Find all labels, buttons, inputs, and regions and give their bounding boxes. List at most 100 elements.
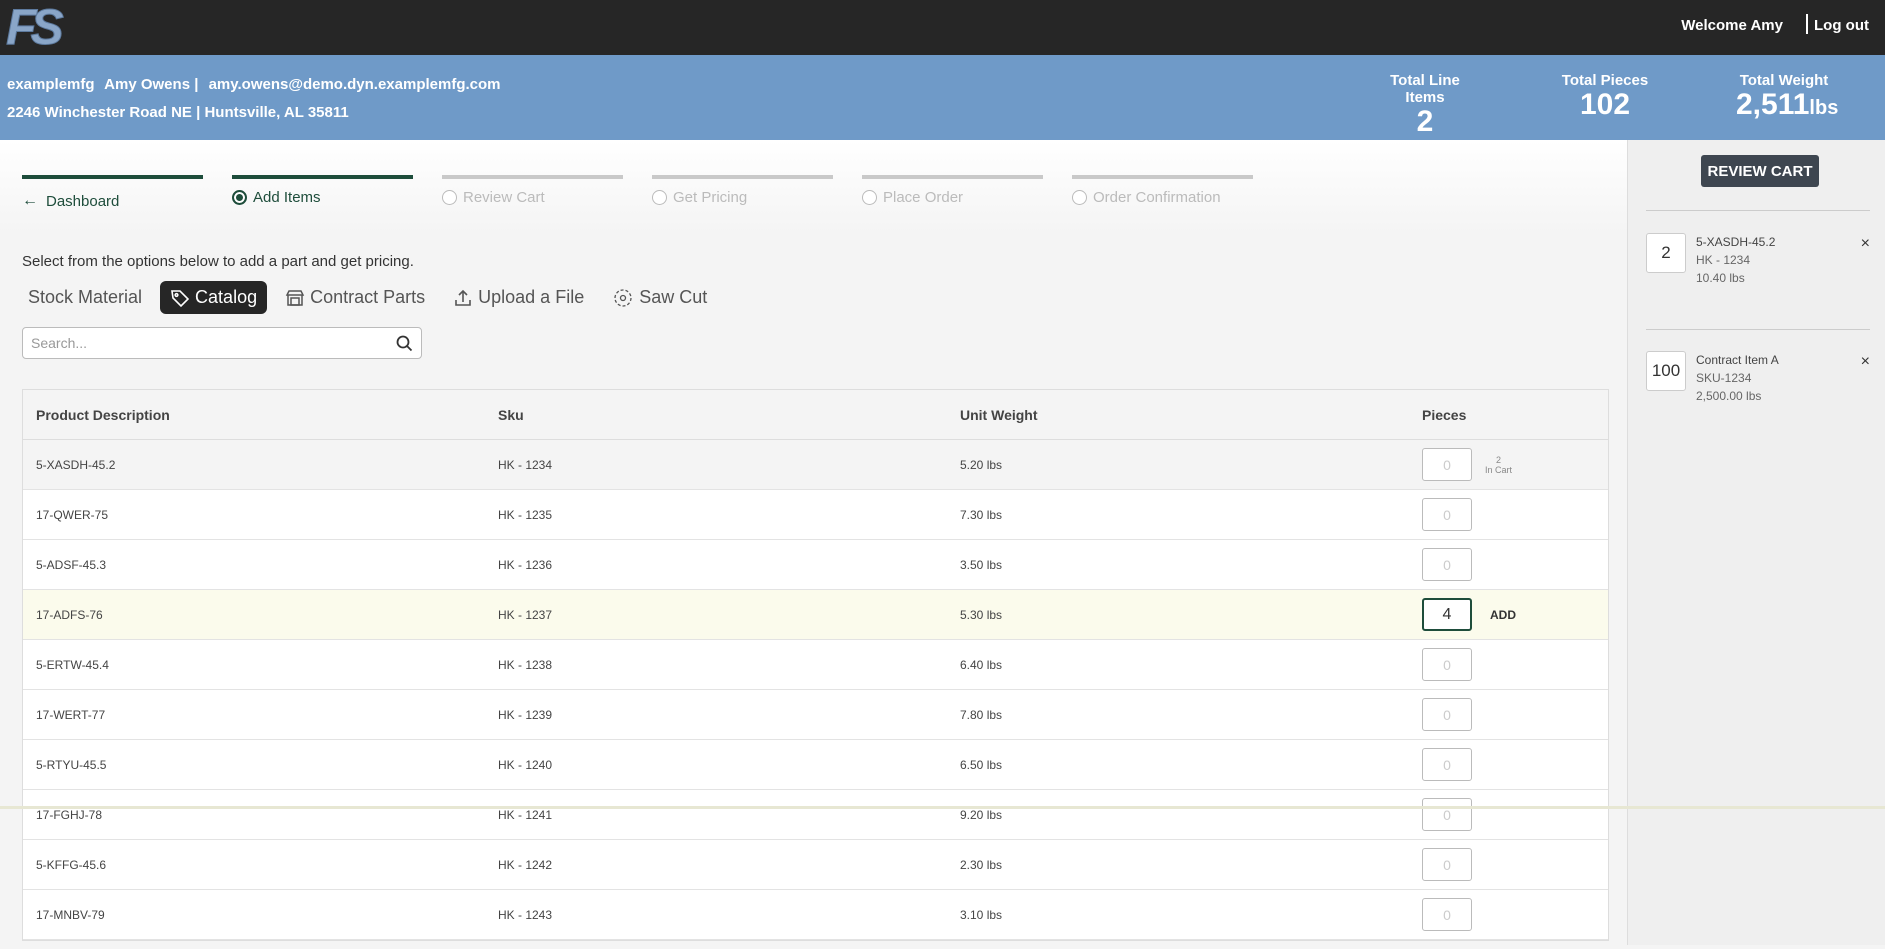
pieces-input[interactable] [1422,598,1472,631]
tab-contract-parts[interactable]: Contract Parts [275,281,435,314]
header-pieces[interactable]: Pieces [1409,407,1466,423]
cart-item: 100 Contract Item A SKU-1234 2,500.00 lb… [1646,351,1870,403]
table-row: 17-QWER-75 HK - 1235 7.30 lbs [23,490,1608,540]
step-progress-bar [1072,175,1253,179]
product-description: 17-WERT-77 [36,707,106,722]
cart-item-qty[interactable]: 2 [1646,233,1686,273]
arrow-left-icon: ← [22,192,38,209]
in-cart-label: In Cart [1485,464,1513,475]
search-icon[interactable] [396,335,413,352]
header-unit-weight[interactable]: Unit Weight [947,407,1409,423]
cart-item-sku: HK - 1234 [1696,253,1751,267]
unit-weight: 7.30 lbs [960,507,1003,522]
pieces-input[interactable] [1422,698,1472,731]
pieces-input[interactable] [1422,548,1472,581]
step-progress-bar [22,175,203,179]
table-row: 5-KFFG-45.6 HK - 1242 2.30 lbs [23,840,1608,890]
cart-item-weight: 10.40 lbs [1696,271,1745,285]
tab-upload-file[interactable]: Upload a File [443,281,594,314]
tab-label: Catalog [195,287,258,307]
catalog-table: Product Description Sku Unit Weight Piec… [22,389,1609,941]
step-progress-bar [862,175,1043,179]
product-description: 17-FGHJ-78 [36,807,103,822]
step-label: Get Pricing [673,189,748,206]
stat-label: Total Weight [1739,72,1829,89]
sku: HK - 1243 [498,907,553,922]
unit-weight: 5.30 lbs [960,607,1003,622]
table-row: 5-ADSF-45.3 HK - 1236 3.50 lbs [23,540,1608,590]
tab-stock-material[interactable]: Stock Material [18,281,152,314]
tab-saw-cut[interactable]: Saw Cut [602,281,717,314]
product-description: 5-ADSF-45.3 [36,557,107,572]
step-add-items[interactable]: Add Items [232,175,413,206]
tab-catalog[interactable]: Catalog [160,281,268,314]
unit-weight: 5.20 lbs [960,457,1003,472]
stat-value: 102 [1579,88,1631,121]
step-dashboard[interactable]: ← Dashboard [22,175,203,210]
sku: HK - 1241 [498,807,553,822]
step-place-order[interactable]: Place Order [862,175,1043,206]
in-cart-note: 2 In Cart [1485,455,1512,475]
add-button[interactable]: ADD [1490,608,1516,622]
header-sku[interactable]: Sku [485,407,947,423]
pieces-input[interactable] [1422,898,1472,931]
search-box [22,327,422,359]
customer-bar: examplemfg Amy Owens | amy.owens@demo.dy… [0,55,1885,140]
tab-label: Upload a File [478,287,585,307]
remove-icon[interactable]: × [1861,353,1870,371]
table-row: 17-ADFS-76 HK - 1237 5.30 lbs ADD [23,590,1608,640]
header-product-description[interactable]: Product Description [23,407,485,423]
tag-icon [171,289,190,307]
step-label: Place Order [883,189,964,206]
sku: HK - 1242 [498,857,553,872]
cart-item-qty[interactable]: 100 [1646,351,1686,391]
cart-item-name: Contract Item A [1696,353,1779,367]
tab-label: Stock Material [28,287,143,307]
remove-icon[interactable]: × [1861,235,1870,253]
product-description: 17-MNBV-79 [36,907,105,922]
sku: HK - 1237 [498,607,553,622]
logout-link[interactable]: Log out [1814,17,1869,34]
table-row: 5-ERTW-45.4 HK - 1238 6.40 lbs [23,640,1608,690]
table-header: Product Description Sku Unit Weight Piec… [23,390,1608,440]
step-review-cart[interactable]: Review Cart [442,175,623,206]
pieces-input[interactable] [1422,748,1472,781]
pieces-input[interactable] [1422,448,1472,481]
cart-item-name: 5-XASDH-45.2 [1696,235,1776,249]
step-progress-bar [232,175,413,179]
step-order-confirmation[interactable]: Order Confirmation [1072,175,1253,206]
unit-weight: 7.80 lbs [960,707,1003,722]
stat-value: 2,511lbs [1736,89,1838,124]
customer-address: 2246 Winchester Road NE | Huntsville, AL… [7,104,349,121]
pieces-input[interactable] [1422,798,1472,831]
radio-icon [862,190,877,205]
customer-email: amy.owens@demo.dyn.examplemfg.com [208,76,501,93]
weight-unit: lbs [1809,97,1839,119]
page-bottom-border [0,806,1885,809]
sku: HK - 1238 [498,657,553,672]
stat-value: 2 [1416,105,1434,138]
main-content: ← Dashboard Add Items Review Cart Get Pr… [0,140,1627,945]
radio-icon [1072,190,1087,205]
step-get-pricing[interactable]: Get Pricing [652,175,833,206]
tab-label: Saw Cut [639,287,708,307]
cart-item-info: 5-XASDH-45.2 HK - 1234 10.40 lbs [1696,233,1775,287]
pieces-input[interactable] [1422,848,1472,881]
search-input[interactable] [23,328,383,358]
sku: HK - 1235 [498,507,553,522]
unit-weight: 6.40 lbs [960,657,1003,672]
review-cart-button[interactable]: REVIEW CART [1701,155,1819,187]
radio-icon [232,190,247,205]
company-logo[interactable]: FS [6,2,86,50]
product-description: 5-ERTW-45.4 [36,657,109,672]
pieces-input[interactable] [1422,648,1472,681]
cart-item-weight: 2,500.00 lbs [1696,389,1762,403]
radio-icon [652,190,667,205]
divider [1646,210,1870,211]
unit-weight: 2.30 lbs [960,857,1003,872]
stat-pieces: Total Pieces 102 [1558,72,1652,121]
tab-label: Contract Parts [310,287,426,307]
upload-icon [455,289,471,306]
pieces-input[interactable] [1422,498,1472,531]
step-label: Review Cart [463,189,545,206]
